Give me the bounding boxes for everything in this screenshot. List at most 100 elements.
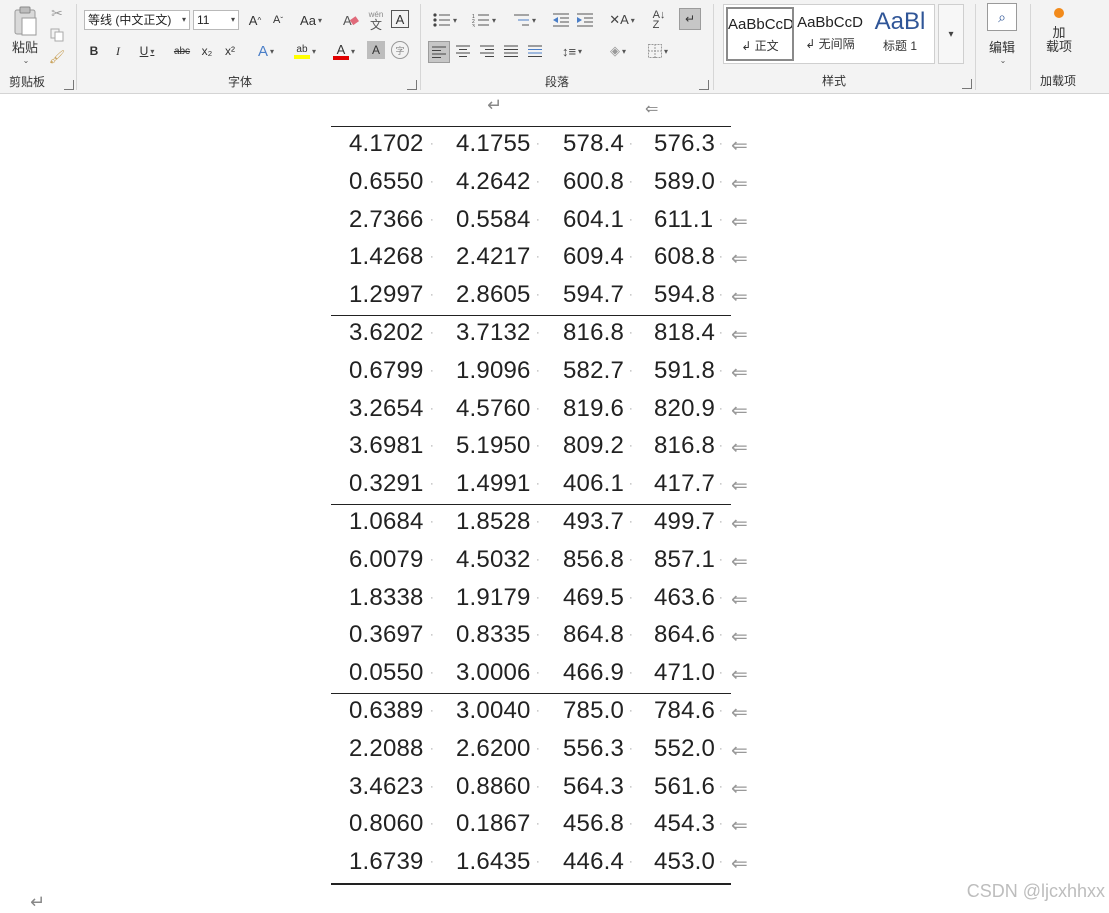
distributed-button[interactable] xyxy=(525,41,545,61)
table-cell[interactable]: 453.0 xyxy=(654,848,715,876)
table-cell[interactable]: 6.0079 xyxy=(349,546,424,574)
table-cell[interactable]: 809.2 xyxy=(563,432,624,460)
table-cell[interactable]: 1.6739 xyxy=(349,848,424,876)
bold-button[interactable]: B xyxy=(84,41,104,61)
enclose-char-button[interactable]: 字 xyxy=(391,41,409,59)
decrease-indent-button[interactable] xyxy=(551,10,571,30)
clear-format-button[interactable]: A xyxy=(341,10,361,30)
table-cell[interactable]: 816.8 xyxy=(563,319,624,347)
table-cell[interactable]: 604.1 xyxy=(563,206,624,234)
line-spacing-button[interactable]: ↕≡ ▾ xyxy=(555,41,589,61)
table-cell[interactable]: 1.2997 xyxy=(349,281,424,309)
table-cell[interactable]: 4.5032 xyxy=(456,546,531,574)
table-cell[interactable]: 3.6202 xyxy=(349,319,424,347)
table-cell[interactable]: 816.8 xyxy=(654,432,715,460)
paste-dropdown-icon[interactable]: ⌄ xyxy=(23,56,30,65)
styles-launcher-icon[interactable] xyxy=(962,79,972,89)
editing-button[interactable]: ⌕ 编辑 ⌄ xyxy=(984,3,1020,65)
table-cell[interactable]: 4.1755 xyxy=(456,130,531,158)
subscript-button[interactable]: x₂ xyxy=(197,41,217,61)
table-cell[interactable]: 864.8 xyxy=(563,621,624,649)
underline-button[interactable]: U ▾ xyxy=(132,41,162,61)
table-cell[interactable]: 1.9179 xyxy=(456,584,531,612)
align-left-button[interactable] xyxy=(428,41,450,63)
document-page[interactable]: ↵ ⇐ 4.1702 · 4.1755 · 578.4 · 576.3 · ⇐ 0.6550 · 4.… xyxy=(0,95,1109,912)
align-center-button[interactable] xyxy=(453,41,473,61)
table-cell[interactable]: 784.6 xyxy=(654,697,715,725)
table-cell[interactable]: 0.6389 xyxy=(349,697,424,725)
table-cell[interactable]: 4.1702 xyxy=(349,130,424,158)
chinese-layout-button[interactable]: ✕A ▾ xyxy=(605,10,639,30)
table-cell[interactable]: 446.4 xyxy=(563,848,624,876)
char-border-button[interactable]: A xyxy=(391,10,409,28)
table-cell[interactable]: 576.3 xyxy=(654,130,715,158)
table-cell[interactable]: 1.0684 xyxy=(349,508,424,536)
table-cell[interactable]: 600.8 xyxy=(563,168,624,196)
style-no-spacing[interactable]: AaBbCcD ↲ 无间隔 xyxy=(796,7,864,61)
table-cell[interactable]: 406.1 xyxy=(563,470,624,498)
table-cell[interactable]: 819.6 xyxy=(563,395,624,423)
table-cell[interactable]: 856.8 xyxy=(563,546,624,574)
table-cell[interactable]: 2.2088 xyxy=(349,735,424,763)
table-cell[interactable]: 591.8 xyxy=(654,357,715,385)
table-cell[interactable]: 5.1950 xyxy=(456,432,531,460)
table-cell[interactable]: 493.7 xyxy=(563,508,624,536)
strikethrough-button[interactable]: abc xyxy=(171,41,193,61)
table-cell[interactable]: 820.9 xyxy=(654,395,715,423)
table-cell[interactable]: 2.6200 xyxy=(456,735,531,763)
table-cell[interactable]: 0.3291 xyxy=(349,470,424,498)
superscript-button[interactable]: x² xyxy=(220,41,240,61)
table-cell[interactable]: 2.8605 xyxy=(456,281,531,309)
table-cell[interactable]: 3.7132 xyxy=(456,319,531,347)
table-cell[interactable]: 3.2654 xyxy=(349,395,424,423)
show-marks-button[interactable]: ↵ xyxy=(679,8,701,30)
table-cell[interactable]: 1.4991 xyxy=(456,470,531,498)
text-effects-button[interactable]: A ▾ xyxy=(251,41,281,61)
style-heading-1[interactable]: AaBl 标题 1 xyxy=(866,7,934,61)
table-cell[interactable]: 594.8 xyxy=(654,281,715,309)
copy-button[interactable] xyxy=(48,26,66,44)
table-cell[interactable]: 0.6799 xyxy=(349,357,424,385)
table-cell[interactable]: 0.0550 xyxy=(349,659,424,687)
table-cell[interactable]: 0.6550 xyxy=(349,168,424,196)
styles-more-button[interactable]: ▾ xyxy=(938,4,964,64)
style-normal[interactable]: AaBbCcD ↲ 正文 xyxy=(726,7,794,61)
paste-button[interactable]: 粘贴 ⌄ xyxy=(8,4,42,66)
table-cell[interactable]: 564.3 xyxy=(563,773,624,801)
justify-button[interactable] xyxy=(501,41,521,61)
format-painter-button[interactable]: 🖌 xyxy=(48,48,66,66)
table-cell[interactable]: 3.6981 xyxy=(349,432,424,460)
grow-font-button[interactable]: A ^ xyxy=(245,10,265,30)
table-cell[interactable]: 469.5 xyxy=(563,584,624,612)
table-cell[interactable]: 556.3 xyxy=(563,735,624,763)
multilevel-list-button[interactable]: ▾ xyxy=(507,10,541,30)
table-cell[interactable]: 0.3697 xyxy=(349,621,424,649)
cut-button[interactable]: ✂ xyxy=(48,4,66,22)
table-cell[interactable]: 1.4268 xyxy=(349,243,424,271)
table-cell[interactable]: 4.2642 xyxy=(456,168,531,196)
table-cell[interactable]: 463.6 xyxy=(654,584,715,612)
table-cell[interactable]: 561.6 xyxy=(654,773,715,801)
clipboard-launcher-icon[interactable] xyxy=(64,80,74,90)
table-cell[interactable]: 582.7 xyxy=(563,357,624,385)
borders-button[interactable]: ▾ xyxy=(641,41,675,61)
table-cell[interactable]: 471.0 xyxy=(654,659,715,687)
table-cell[interactable]: 0.8335 xyxy=(456,621,531,649)
bullets-button[interactable]: ▾ xyxy=(428,10,462,30)
font-size-combo[interactable]: 11 ▾ xyxy=(193,10,239,30)
table-cell[interactable]: 608.8 xyxy=(654,243,715,271)
table-cell[interactable]: 456.8 xyxy=(563,810,624,838)
highlight-button[interactable]: ab ▾ xyxy=(288,41,322,61)
table-cell[interactable]: 4.5760 xyxy=(456,395,531,423)
table-cell[interactable]: 864.6 xyxy=(654,621,715,649)
increase-indent-button[interactable] xyxy=(575,10,595,30)
font-launcher-icon[interactable] xyxy=(407,80,417,90)
table-cell[interactable]: 611.1 xyxy=(654,206,713,234)
table-cell[interactable]: 2.4217 xyxy=(456,243,531,271)
table-cell[interactable]: 0.1867 xyxy=(456,810,531,838)
table-cell[interactable]: 3.4623 xyxy=(349,773,424,801)
table-cell[interactable]: 1.8338 xyxy=(349,584,424,612)
table-cell[interactable]: 818.4 xyxy=(654,319,715,347)
align-right-button[interactable] xyxy=(477,41,497,61)
table-cell[interactable]: 1.9096 xyxy=(456,357,531,385)
